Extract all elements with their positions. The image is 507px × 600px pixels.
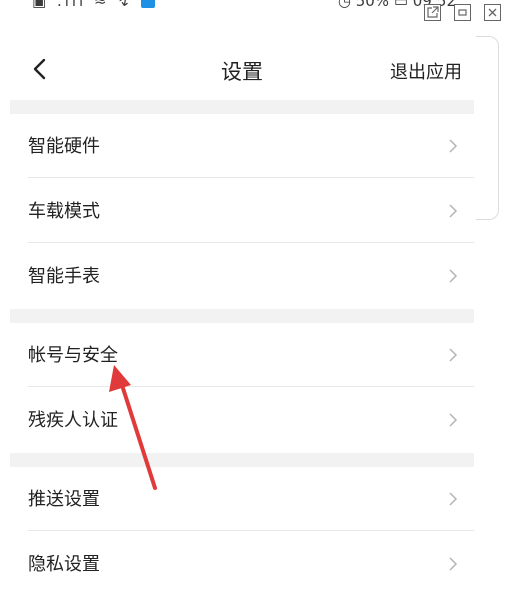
settings-item-smart-hardware[interactable]: 智能硬件 bbox=[10, 114, 474, 178]
chevron-right-icon bbox=[449, 204, 458, 218]
settings-item-car-mode[interactable]: 车载模式 bbox=[10, 179, 474, 243]
settings-item-smartwatch[interactable]: 智能手表 bbox=[10, 244, 474, 308]
side-scroll-pill bbox=[476, 36, 499, 220]
chevron-right-icon bbox=[449, 413, 458, 427]
settings-item-disability-certification[interactable]: 残疾人认证 bbox=[10, 388, 474, 452]
page-title: 设置 bbox=[221, 60, 263, 84]
settings-item-label: 隐私设置 bbox=[28, 554, 100, 575]
popout-button[interactable] bbox=[423, 4, 441, 21]
minimize-button[interactable] bbox=[453, 4, 471, 21]
settings-item-label: 帐号与安全 bbox=[28, 345, 118, 366]
chevron-right-icon bbox=[449, 139, 458, 153]
settings-item-label: 推送设置 bbox=[28, 489, 100, 510]
section-gap bbox=[10, 309, 474, 323]
close-button[interactable] bbox=[484, 4, 501, 21]
header-bar: 设置 退出应用 bbox=[10, 40, 474, 100]
capture-toolbar bbox=[416, 4, 501, 23]
chevron-right-icon bbox=[449, 269, 458, 283]
exit-app-button[interactable]: 退出应用 bbox=[390, 58, 462, 84]
chevron-right-icon bbox=[449, 348, 458, 362]
settings-item-label: 车载模式 bbox=[28, 201, 100, 222]
settings-item-account-security[interactable]: 帐号与安全 bbox=[10, 323, 474, 387]
app-notification-icon bbox=[140, 0, 155, 8]
back-button[interactable] bbox=[30, 54, 54, 84]
close-icon bbox=[488, 8, 497, 17]
settings-screen: ▣ .ıll ≈ ↯ ◷ 50% ▭ 09:52 设置 退出应用 智能硬件 车载… bbox=[10, 0, 474, 600]
settings-item-label: 残疾人认证 bbox=[28, 410, 118, 431]
settings-item-label: 智能手表 bbox=[28, 266, 100, 287]
divider bbox=[28, 386, 474, 387]
chevron-right-icon bbox=[449, 557, 458, 571]
status-left-icons: ▣ .ıll ≈ ↯ bbox=[32, 0, 155, 10]
settings-item-label: 智能硬件 bbox=[28, 136, 100, 157]
divider bbox=[28, 530, 474, 531]
status-bar: ▣ .ıll ≈ ↯ ◷ 50% ▭ 09:52 bbox=[10, 0, 474, 24]
chevron-right-icon bbox=[449, 492, 458, 506]
settings-item-privacy-settings[interactable]: 隐私设置 bbox=[10, 532, 474, 596]
external-link-icon bbox=[427, 6, 439, 18]
section-gap bbox=[10, 100, 474, 114]
window-icon bbox=[458, 9, 467, 16]
chevron-left-icon bbox=[33, 58, 46, 80]
signal-icons: ▣ .ıll ≈ ↯ bbox=[32, 0, 133, 10]
section-gap bbox=[10, 453, 474, 467]
divider bbox=[28, 177, 474, 178]
settings-item-push-settings[interactable]: 推送设置 bbox=[10, 467, 474, 531]
divider bbox=[28, 242, 474, 243]
